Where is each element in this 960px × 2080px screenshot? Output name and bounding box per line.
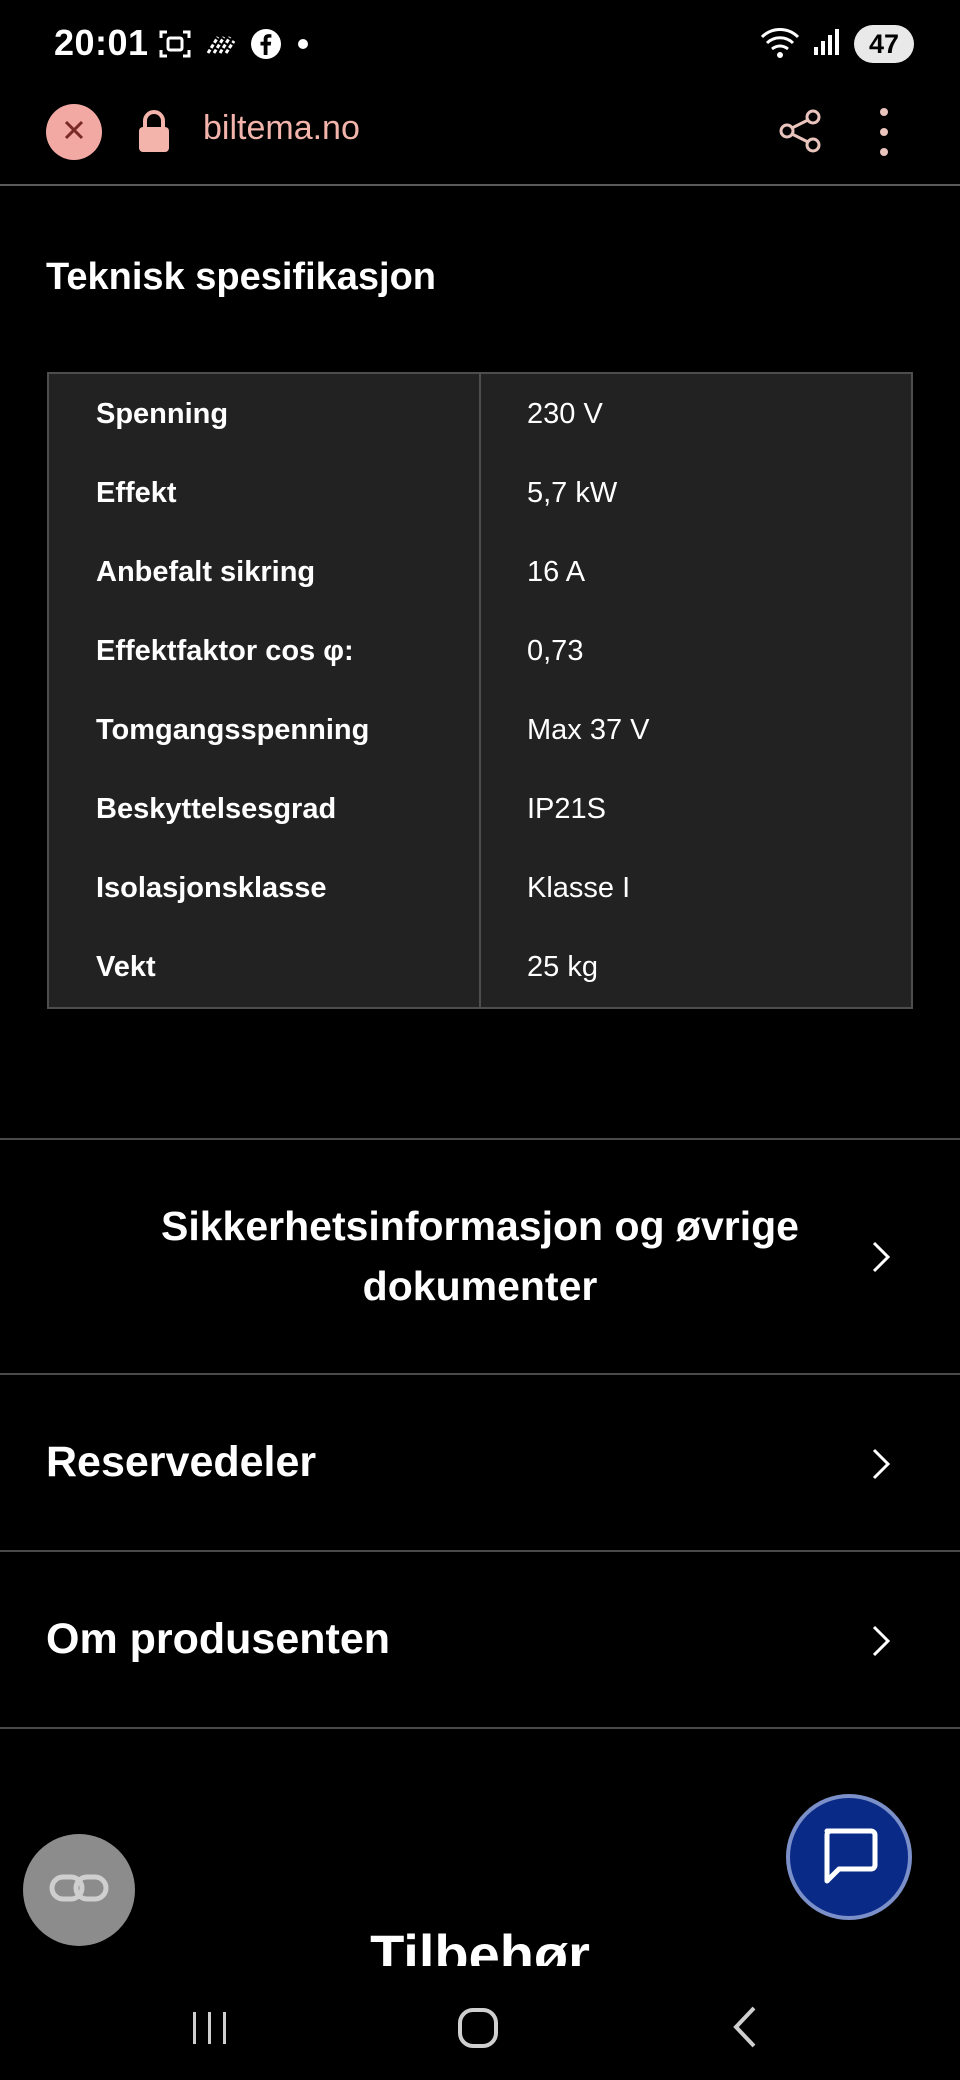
dot-icon <box>296 37 310 56</box>
battery-icon: 47 <box>854 25 914 63</box>
facebook-icon <box>250 28 282 65</box>
divider <box>0 1727 960 1729</box>
spec-value: Klasse I <box>527 872 631 904</box>
section-title-specs: Teknisk spesifikasjon <box>46 256 437 298</box>
spec-key: Beskyttelsesgrad <box>49 770 481 849</box>
chat-button[interactable] <box>786 1794 912 1920</box>
spec-value: 16 A <box>527 556 586 588</box>
recent-apps-icon[interactable] <box>190 2010 230 2051</box>
system-nav-bar <box>0 1966 960 2080</box>
accordion-safety-info[interactable]: Sikkerhetsinformasjon og øvrige dokument… <box>120 1196 840 1316</box>
lock-icon[interactable] <box>136 108 172 159</box>
status-icons-right: 47 <box>760 22 914 66</box>
spec-value: 5,7 kW <box>527 477 618 509</box>
spec-table: Spenning 230 V Effekt 5,7 kW Anbefalt si… <box>47 372 913 1009</box>
close-icon <box>62 118 86 147</box>
link-icon <box>49 1871 109 1910</box>
section-title-accessories: Tilbehør <box>0 1920 960 1966</box>
spec-key: Spenning <box>49 374 481 454</box>
table-row: Effektfaktor cos φ: 0,73 <box>49 612 911 691</box>
table-row: Tomgangsspenning Max 37 V <box>49 691 911 770</box>
share-icon[interactable] <box>778 108 824 159</box>
spec-value: Max 37 V <box>527 714 650 746</box>
divider <box>0 1373 960 1375</box>
table-row: Beskyttelsesgrad IP21S <box>49 770 911 849</box>
spec-value: 25 kg <box>527 951 598 983</box>
table-row: Effekt 5,7 kW <box>49 454 911 533</box>
accessories-heading: Tilbehør <box>370 1923 590 1966</box>
table-row: Vekt 25 kg <box>49 928 911 1007</box>
browser-toolbar: biltema.no <box>0 84 960 186</box>
accordion-spare-parts[interactable]: Reservedeler <box>46 1438 316 1487</box>
spec-key: Anbefalt sikring <box>49 533 481 612</box>
spec-key: Effektfaktor cos φ: <box>49 612 481 691</box>
more-vert-icon[interactable] <box>872 108 896 156</box>
chat-icon <box>817 1823 881 1892</box>
divider <box>0 1550 960 1552</box>
spec-value: 0,73 <box>527 635 584 667</box>
table-row: Spenning 230 V <box>49 374 911 454</box>
close-button[interactable] <box>46 104 102 160</box>
chevron-right-icon[interactable] <box>870 1624 892 1663</box>
spec-key: Vekt <box>49 928 481 1007</box>
url-bar[interactable]: biltema.no <box>203 109 360 148</box>
divider <box>0 1138 960 1140</box>
nfc-tap-icon <box>206 29 236 64</box>
accordion-safety-title-line2: dokumenter <box>362 1263 598 1309</box>
screenshot-icon <box>158 27 192 66</box>
back-icon[interactable] <box>728 2004 762 2055</box>
spec-value: 230 V <box>527 397 603 430</box>
status-icons-left <box>158 26 310 66</box>
accordion-manufacturer[interactable]: Om produsenten <box>46 1615 390 1664</box>
wifi-icon <box>760 25 800 64</box>
status-time: 20:01 <box>54 22 149 63</box>
accordion-safety-title-line1: Sikkerhetsinformasjon og øvrige <box>161 1203 799 1249</box>
signal-icon <box>812 27 842 62</box>
spec-key: Isolasjonsklasse <box>49 849 481 928</box>
chevron-right-icon[interactable] <box>870 1240 892 1279</box>
spec-key: Tomgangsspenning <box>49 691 481 770</box>
cobrowse-button[interactable] <box>23 1834 135 1946</box>
table-row: Anbefalt sikring 16 A <box>49 533 911 612</box>
status-bar: 20:01 47 <box>0 0 960 84</box>
table-row: Isolasjonsklasse Klasse I <box>49 849 911 928</box>
chevron-right-icon[interactable] <box>870 1447 892 1486</box>
home-icon[interactable] <box>456 2006 500 2055</box>
spec-key: Effekt <box>49 454 481 533</box>
spec-value: IP21S <box>527 793 606 825</box>
